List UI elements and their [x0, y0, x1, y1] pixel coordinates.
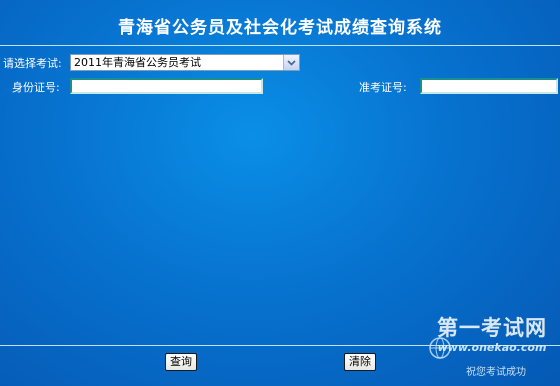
ticket-number-input[interactable]	[420, 78, 558, 94]
query-button[interactable]: 查询	[165, 353, 197, 371]
watermark-url: www.onekao.com	[437, 341, 547, 354]
ticket-number-label: 准考证号:	[359, 81, 407, 94]
chevron-down-icon[interactable]	[283, 55, 299, 70]
id-number-input[interactable]	[70, 78, 263, 94]
clear-button[interactable]: 清除	[344, 353, 376, 371]
id-number-label: 身份证号:	[12, 81, 60, 94]
site-watermark: 第一考试网 www.onekao.com 祝您考试成功	[427, 309, 557, 383]
page-title: 青海省公务员及社会化考试成绩查询系统	[118, 18, 442, 38]
watermark-slogan: 祝您考试成功	[466, 367, 526, 378]
exam-select[interactable]: 2011年青海省公务员考试	[70, 54, 300, 71]
header-divider	[0, 45, 560, 46]
exam-select-value: 2011年青海省公务员考试	[74, 56, 201, 69]
exam-select-label: 请选择考试:	[3, 57, 62, 70]
